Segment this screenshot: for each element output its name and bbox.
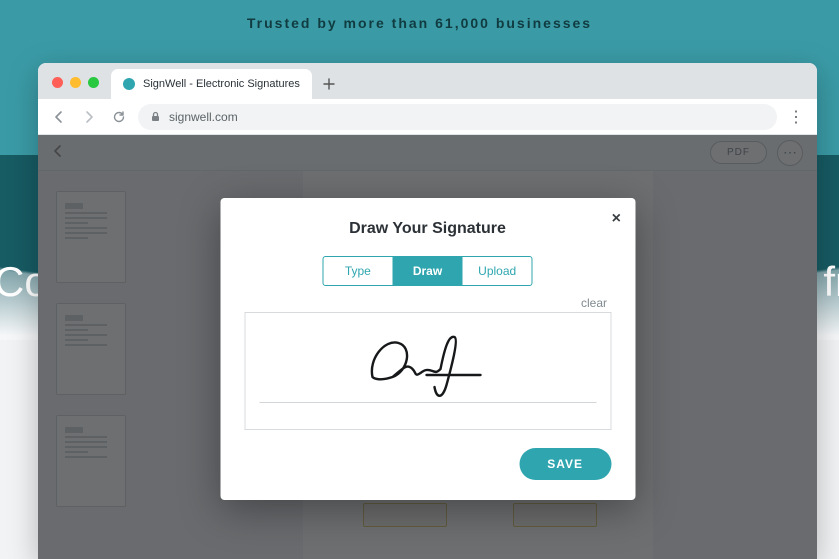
window-traffic-lights bbox=[48, 77, 111, 99]
clear-button[interactable]: clear bbox=[581, 296, 607, 310]
nav-reload-button[interactable] bbox=[108, 106, 130, 128]
url-text: signwell.com bbox=[169, 110, 238, 124]
arrow-left-icon bbox=[52, 110, 66, 124]
window-maximize-icon[interactable] bbox=[88, 77, 99, 88]
tab-type[interactable]: Type bbox=[324, 257, 393, 285]
signature-baseline bbox=[259, 402, 596, 403]
nav-back-button[interactable] bbox=[48, 106, 70, 128]
signature-modal: × Draw Your Signature Type Draw Upload c… bbox=[220, 198, 635, 500]
modal-title: Draw Your Signature bbox=[244, 220, 611, 238]
browser-window: SignWell - Electronic Signatures signwel… bbox=[38, 63, 817, 559]
arrow-right-icon bbox=[82, 110, 96, 124]
window-minimize-icon[interactable] bbox=[70, 77, 81, 88]
plus-icon bbox=[323, 78, 335, 90]
lock-icon bbox=[150, 111, 161, 122]
tab-title: SignWell - Electronic Signatures bbox=[143, 78, 300, 90]
browser-address-bar: signwell.com ⋮ bbox=[38, 99, 817, 135]
kebab-icon: ⋮ bbox=[788, 109, 804, 126]
browser-tab[interactable]: SignWell - Electronic Signatures bbox=[111, 69, 312, 99]
reload-icon bbox=[112, 110, 126, 124]
drawn-signature-icon bbox=[363, 329, 493, 399]
save-button[interactable]: SAVE bbox=[519, 448, 611, 480]
signature-mode-tabs: Type Draw Upload bbox=[323, 256, 533, 286]
close-icon: × bbox=[612, 210, 621, 227]
window-close-icon[interactable] bbox=[52, 77, 63, 88]
trusted-by-text: Trusted by more than 61,000 businesses bbox=[0, 0, 839, 31]
modal-close-button[interactable]: × bbox=[612, 210, 621, 228]
signature-canvas[interactable] bbox=[244, 312, 611, 430]
tab-favicon-icon bbox=[123, 78, 135, 90]
browser-tab-strip: SignWell - Electronic Signatures bbox=[38, 63, 817, 99]
url-input[interactable]: signwell.com bbox=[138, 104, 777, 130]
tab-upload[interactable]: Upload bbox=[462, 257, 532, 285]
nav-forward-button[interactable] bbox=[78, 106, 100, 128]
browser-menu-button[interactable]: ⋮ bbox=[785, 107, 807, 127]
new-tab-button[interactable] bbox=[316, 71, 342, 97]
tab-draw[interactable]: Draw bbox=[392, 257, 462, 285]
